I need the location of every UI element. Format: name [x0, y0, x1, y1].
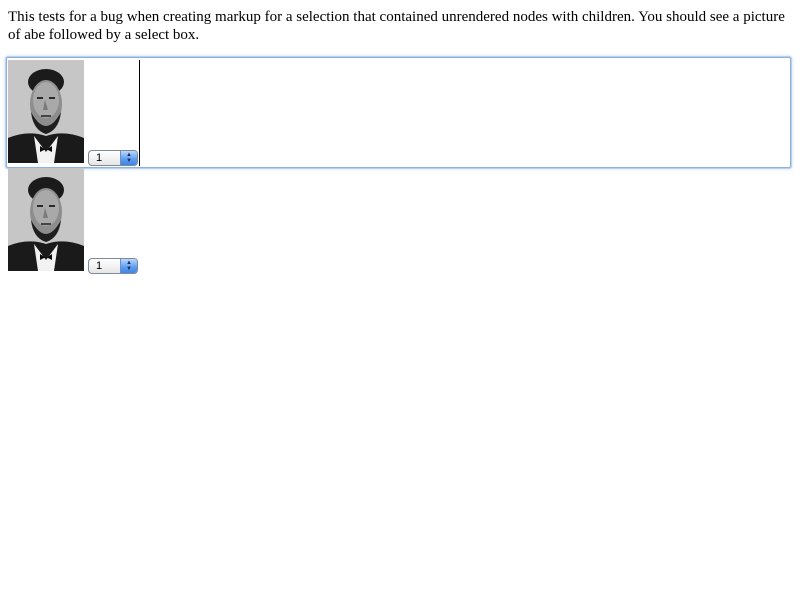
abe-portrait-image	[8, 60, 84, 163]
abe-portrait-image	[8, 168, 84, 271]
number-select[interactable]: 1 ▲ ▼	[88, 150, 138, 166]
number-select[interactable]: 1 ▲ ▼	[88, 258, 138, 274]
select-value: 1	[96, 260, 103, 272]
select-value: 1	[96, 152, 103, 164]
test-description: This tests for a bug when creating marku…	[8, 9, 785, 43]
up-down-arrows-icon: ▲ ▼	[120, 151, 137, 165]
up-down-arrows-icon: ▲ ▼	[120, 259, 137, 273]
text-caret	[139, 60, 140, 166]
